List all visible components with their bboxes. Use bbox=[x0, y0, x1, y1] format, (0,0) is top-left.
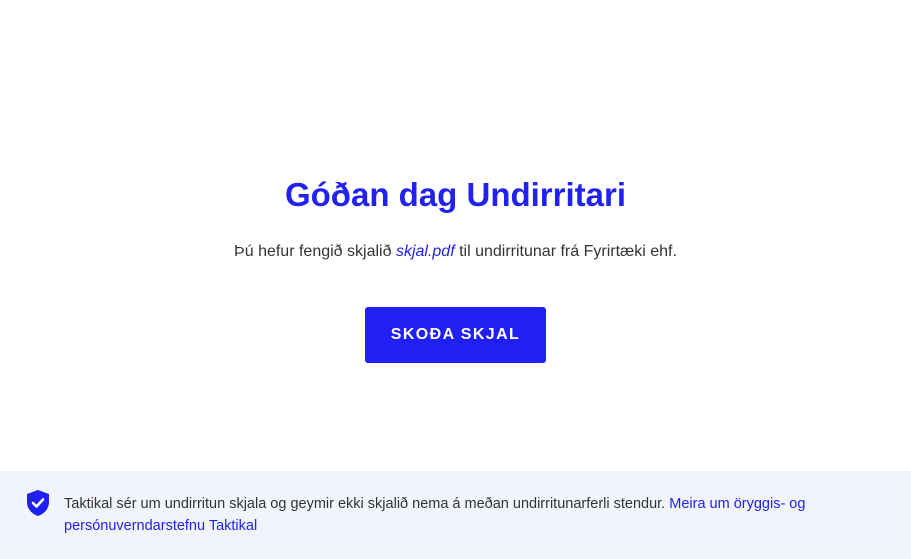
message-suffix: til undirritunar frá Fyrirtæki ehf. bbox=[459, 243, 677, 260]
security-notice: Taktikal sér um undirritun skjala og gey… bbox=[64, 496, 666, 512]
security-notice-text: Taktikal sér um undirritun skjala og gey… bbox=[64, 493, 874, 537]
shield-check-icon bbox=[26, 489, 50, 517]
main-content: Góðan dag Undirritari Þú hefur fengið sk… bbox=[0, 0, 911, 471]
view-document-button[interactable]: SKOÐA SKJAL bbox=[365, 307, 546, 363]
message-prefix: Þú hefur fengið skjalið bbox=[234, 243, 392, 260]
document-link[interactable]: skjal.pdf bbox=[396, 243, 455, 260]
signing-message: Þú hefur fengið skjalið skjal.pdf til un… bbox=[0, 240, 911, 264]
security-notice-footer: Taktikal sér um undirritun skjala og gey… bbox=[0, 471, 911, 559]
greeting-heading: Góðan dag Undirritari bbox=[284, 176, 627, 213]
